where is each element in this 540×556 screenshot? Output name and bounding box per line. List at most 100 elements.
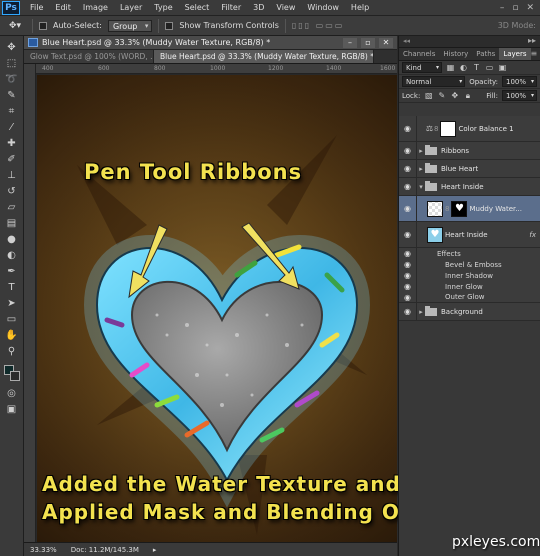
menu-edit[interactable]: Edit — [49, 3, 77, 12]
fx-badge[interactable]: fx — [529, 231, 536, 239]
close-icon[interactable]: ✕ — [379, 37, 393, 48]
lock-transparent-icon[interactable]: ▧ — [424, 91, 433, 100]
pixel-filter-icon[interactable]: ▦ — [446, 63, 455, 72]
blur-tool-icon[interactable]: ● — [3, 232, 21, 246]
layer-row[interactable]: ◉ ▸ Blue Heart — [399, 160, 540, 178]
layer-row-selected[interactable]: ◉ 8 ♥ Muddy Water... — [399, 196, 540, 222]
history-brush-tool-icon[interactable]: ↺ — [3, 184, 21, 198]
blend-mode-dropdown[interactable]: Normal — [402, 76, 466, 87]
type-tool-icon[interactable]: T — [3, 280, 21, 294]
lock-position-icon[interactable]: ✥ — [450, 91, 459, 100]
brush-tool-icon[interactable]: ✐ — [3, 152, 21, 166]
tab-history[interactable]: History — [439, 48, 472, 60]
hand-tool-icon[interactable]: ✋ — [3, 328, 21, 342]
tab-layers[interactable]: Layers — [499, 48, 531, 60]
shape-filter-icon[interactable]: ▭ — [485, 63, 494, 72]
tab-paths[interactable]: Paths — [472, 48, 499, 60]
effect-row[interactable]: ◉ Outer Glow — [399, 292, 540, 303]
color-swatches[interactable] — [3, 364, 21, 384]
zoom-level[interactable]: 33.33% — [30, 546, 57, 554]
layer-row[interactable]: ◉ ▸ Ribbons — [399, 142, 540, 160]
menu-view[interactable]: View — [270, 3, 301, 12]
menu-select[interactable]: Select — [179, 3, 216, 12]
menu-file[interactable]: File — [24, 3, 49, 12]
menu-image[interactable]: Image — [77, 3, 114, 12]
menu-3d[interactable]: 3D — [247, 3, 270, 12]
menu-help[interactable]: Help — [345, 3, 375, 12]
lock-all-icon[interactable]: 🔒︎ — [463, 91, 472, 101]
visibility-eye-icon[interactable]: ◉ — [399, 116, 417, 141]
effect-visibility-eye-icon[interactable]: ◉ — [399, 292, 417, 302]
layer-mask-thumbnail[interactable] — [440, 120, 457, 137]
effects-visibility-eye-icon[interactable]: ◉ — [399, 248, 417, 259]
restore-icon[interactable]: ▫ — [512, 3, 518, 13]
smart-object-filter-icon[interactable]: ▣ — [498, 63, 507, 72]
visibility-eye-icon[interactable]: ◉ — [399, 142, 417, 159]
effect-visibility-eye-icon[interactable]: ◉ — [399, 270, 417, 281]
eyedropper-tool-icon[interactable]: ⁄ — [3, 120, 21, 134]
opacity-field[interactable]: 100% — [501, 76, 537, 87]
menu-type[interactable]: Type — [148, 3, 178, 12]
screen-mode-icon[interactable]: ▣ — [3, 402, 21, 416]
layer-row[interactable]: ◉ ⚖ 8 Color Balance 1 — [399, 116, 540, 142]
expand-arrow-icon[interactable]: ▸ — [417, 308, 425, 316]
layer-row[interactable]: ◉ ▸ Background — [399, 303, 540, 321]
zoom-tool-icon[interactable]: ⚲ — [3, 344, 21, 358]
minimize-icon[interactable]: – — [500, 3, 505, 13]
menu-filter[interactable]: Filter — [215, 3, 247, 12]
healing-brush-tool-icon[interactable]: ✚ — [3, 136, 21, 150]
quick-mask-icon[interactable]: ◎ — [3, 386, 21, 400]
crop-tool-icon[interactable]: ⌗ — [3, 104, 21, 118]
effects-row[interactable]: ◉ Effects — [399, 248, 540, 259]
move-tool-preset-icon[interactable]: ✥▾ — [4, 19, 26, 33]
layer-row[interactable]: ◉ ♥ Heart Inside fx — [399, 222, 540, 248]
layer-row[interactable]: ◉ ▾ Heart Inside — [399, 178, 540, 196]
adjustment-filter-icon[interactable]: ◐ — [459, 63, 468, 72]
collapse-arrow-icon[interactable]: ▾ — [417, 183, 425, 191]
minimize-icon[interactable]: – — [343, 37, 357, 48]
expand-arrow-icon[interactable]: ▸ — [417, 165, 425, 173]
visibility-eye-icon[interactable]: ◉ — [399, 178, 417, 195]
dodge-tool-icon[interactable]: ◐ — [3, 248, 21, 262]
menu-window[interactable]: Window — [301, 3, 345, 12]
fill-field[interactable]: 100% — [501, 90, 537, 101]
tab-glow-text[interactable]: Glow Text.psd @ 100% (WORD, ... — [24, 50, 154, 63]
show-transform-checkbox[interactable] — [165, 21, 174, 30]
expand-arrow-icon[interactable]: ▸ — [417, 147, 425, 155]
visibility-eye-icon[interactable]: ◉ — [399, 303, 417, 320]
path-select-tool-icon[interactable]: ➤ — [3, 296, 21, 310]
align-icons[interactable]: ▯▯▯ ▭▭▭ — [292, 21, 344, 30]
collapse-icon[interactable]: ◂◂ — [399, 36, 410, 47]
layer-thumbnail[interactable] — [427, 200, 443, 217]
filter-kind-dropdown[interactable]: Kind — [402, 62, 442, 73]
lasso-tool-icon[interactable]: ➰ — [3, 72, 21, 86]
layer-mask-thumbnail[interactable]: ♥ — [451, 200, 468, 217]
effect-row[interactable]: ◉ Inner Shadow — [399, 270, 540, 281]
move-tool-icon[interactable]: ✥ — [3, 40, 21, 54]
panel-menu-icon[interactable]: ▸▸ — [528, 36, 540, 47]
effect-row[interactable]: ◉ Inner Glow — [399, 281, 540, 292]
close-icon[interactable]: ✕ — [526, 3, 534, 13]
eraser-tool-icon[interactable]: ▱ — [3, 200, 21, 214]
effect-visibility-eye-icon[interactable]: ◉ — [399, 259, 417, 270]
tab-blue-heart[interactable]: Blue Heart.psd @ 33.3% (Muddy Water Text… — [154, 50, 374, 63]
panel-options-icon[interactable]: ≡ — [531, 48, 540, 60]
quick-select-tool-icon[interactable]: ✎ — [3, 88, 21, 102]
lock-image-icon[interactable]: ✎ — [437, 91, 446, 100]
effect-visibility-eye-icon[interactable]: ◉ — [399, 281, 417, 292]
maximize-icon[interactable]: ▫ — [361, 37, 375, 48]
menu-layer[interactable]: Layer — [114, 3, 148, 12]
layer-thumbnail[interactable]: ♥ — [427, 226, 443, 243]
shape-tool-icon[interactable]: ▭ — [3, 312, 21, 326]
visibility-eye-icon[interactable]: ◉ — [399, 196, 417, 221]
status-arrow-icon[interactable]: ▸ — [153, 546, 157, 554]
tab-channels[interactable]: Channels — [399, 48, 439, 60]
visibility-eye-icon[interactable]: ◉ — [399, 222, 417, 247]
marquee-tool-icon[interactable]: ⬚ — [3, 56, 21, 70]
gradient-tool-icon[interactable]: ▤ — [3, 216, 21, 230]
effect-row[interactable]: ◉ Bevel & Emboss — [399, 259, 540, 270]
auto-select-dropdown[interactable]: Group — [107, 19, 153, 32]
background-color-swatch[interactable] — [9, 371, 20, 381]
auto-select-checkbox[interactable] — [39, 21, 47, 30]
clone-stamp-tool-icon[interactable]: ⊥ — [3, 168, 21, 182]
